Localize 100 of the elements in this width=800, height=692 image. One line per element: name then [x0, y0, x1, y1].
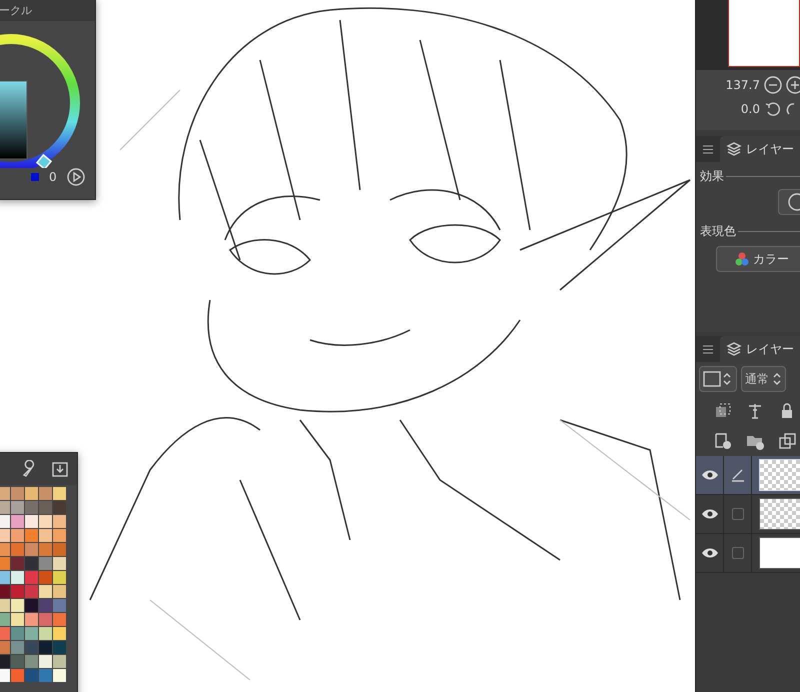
color-swatch[interactable] — [0, 669, 10, 682]
color-swatch[interactable] — [39, 641, 52, 654]
color-swatch[interactable] — [39, 543, 52, 556]
color-swatch[interactable] — [53, 641, 66, 654]
color-swatch[interactable] — [25, 655, 38, 668]
layer-row[interactable] — [696, 534, 800, 573]
color-dots-icon — [735, 252, 749, 266]
rotation-value: 0.0 — [740, 102, 760, 116]
eye-icon[interactable] — [700, 547, 718, 559]
color-swatch[interactable] — [25, 515, 38, 528]
section-label: 効果 — [700, 168, 724, 185]
color-swatch[interactable] — [39, 599, 52, 612]
color-swatch[interactable] — [53, 655, 66, 668]
color-swatch[interactable] — [0, 543, 10, 556]
color-swatch[interactable] — [39, 529, 52, 542]
zoom-in-icon[interactable] — [786, 76, 800, 94]
color-swatch[interactable] — [39, 515, 52, 528]
color-swatch[interactable] — [0, 501, 10, 514]
color-swatch[interactable] — [11, 543, 24, 556]
color-mode-button[interactable]: カラー — [716, 246, 800, 272]
color-swatch[interactable] — [0, 529, 10, 542]
effect-button[interactable] — [778, 189, 800, 215]
layers-icon — [726, 341, 742, 357]
color-swatch[interactable] — [53, 529, 66, 542]
color-swatch[interactable] — [25, 543, 38, 556]
color-swatch[interactable] — [25, 529, 38, 542]
color-swatch[interactable] — [25, 501, 38, 514]
color-swatch[interactable] — [0, 613, 10, 626]
eye-icon[interactable] — [700, 508, 718, 520]
layer-property-tab[interactable]: レイヤー — [720, 136, 800, 162]
color-swatch[interactable] — [39, 571, 52, 584]
color-swatch[interactable] — [11, 529, 24, 542]
color-swatch[interactable] — [39, 557, 52, 570]
color-swatch[interactable] — [53, 599, 66, 612]
color-swatch[interactable] — [39, 501, 52, 514]
color-swatch[interactable] — [53, 585, 66, 598]
color-swatch[interactable] — [11, 599, 24, 612]
color-swatch[interactable] — [53, 613, 66, 626]
color-swatch[interactable] — [11, 627, 24, 640]
layer-checkbox[interactable] — [732, 547, 744, 559]
color-swatch[interactable] — [39, 655, 52, 668]
zoom-out-icon[interactable] — [764, 76, 782, 94]
color-swatch[interactable] — [53, 669, 66, 682]
layer-row[interactable] — [696, 495, 800, 534]
color-swatch[interactable] — [0, 585, 10, 598]
layer-checkbox[interactable] — [732, 508, 744, 520]
color-swatch[interactable] — [11, 557, 24, 570]
color-swatch[interactable] — [53, 501, 66, 514]
color-swatch[interactable] — [11, 487, 24, 500]
color-swatch[interactable] — [25, 585, 38, 598]
lighthouse-icon[interactable] — [746, 402, 764, 420]
download-icon[interactable] — [51, 460, 69, 478]
clip-icon[interactable] — [714, 402, 732, 420]
color-swatch[interactable] — [39, 613, 52, 626]
color-swatch[interactable] — [25, 557, 38, 570]
color-swatch[interactable] — [25, 613, 38, 626]
color-swatch[interactable] — [25, 599, 38, 612]
color-swatch[interactable] — [39, 669, 52, 682]
new-layer-icon[interactable] — [714, 432, 732, 450]
color-swatch[interactable] — [39, 627, 52, 640]
color-swatch-icon — [31, 173, 39, 181]
color-swatch[interactable] — [11, 641, 24, 654]
color-swatch[interactable] — [39, 487, 52, 500]
pen-icon — [730, 467, 746, 483]
zoom-value: 137.7 — [726, 78, 760, 92]
color-swatch[interactable] — [25, 641, 38, 654]
layer-tab[interactable]: レイヤー — [720, 336, 800, 362]
layer-color-dropdown[interactable] — [699, 366, 737, 392]
color-swatch[interactable] — [0, 599, 10, 612]
color-swatch[interactable] — [11, 515, 24, 528]
copy-layer-icon[interactable] — [778, 432, 796, 450]
color-swatch[interactable] — [53, 557, 66, 570]
color-swatch[interactable] — [0, 655, 10, 668]
color-swatch[interactable] — [53, 627, 66, 640]
color-swatch[interactable] — [39, 585, 52, 598]
color-swatch[interactable] — [53, 571, 66, 584]
color-swatch[interactable] — [53, 515, 66, 528]
color-swatch[interactable] — [53, 543, 66, 556]
rotate-left-icon[interactable] — [764, 100, 782, 118]
layer-row[interactable] — [696, 456, 800, 495]
color-swatch[interactable] — [25, 571, 38, 584]
color-swatch[interactable] — [11, 613, 24, 626]
blend-mode-dropdown[interactable]: 通常 — [741, 366, 786, 392]
play-icon[interactable] — [66, 168, 85, 186]
color-swatch[interactable] — [0, 641, 10, 654]
color-swatch[interactable] — [11, 585, 24, 598]
color-swatch[interactable] — [0, 487, 10, 500]
color-swatch[interactable] — [25, 627, 38, 640]
color-swatch[interactable] — [0, 571, 10, 584]
color-swatch[interactable] — [11, 669, 24, 682]
color-swatch[interactable] — [25, 669, 38, 682]
color-swatch[interactable] — [0, 557, 10, 570]
color-swatch[interactable] — [11, 655, 24, 668]
color-swatch[interactable] — [53, 487, 66, 500]
color-swatch[interactable] — [11, 571, 24, 584]
color-swatch[interactable] — [25, 487, 38, 500]
color-swatch[interactable] — [0, 627, 10, 640]
eye-icon[interactable] — [700, 469, 718, 481]
color-swatch[interactable] — [0, 515, 10, 528]
color-swatch[interactable] — [11, 501, 24, 514]
